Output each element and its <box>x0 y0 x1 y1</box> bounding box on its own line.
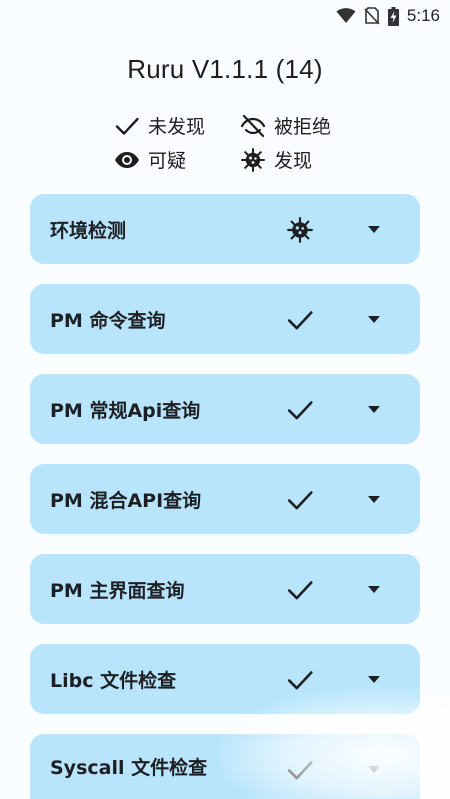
check-icon <box>115 117 139 135</box>
virus-icon <box>287 217 313 243</box>
card-title: PM 命令查询 <box>50 309 166 332</box>
caret-down-icon[interactable] <box>366 222 382 236</box>
check-icon <box>287 311 313 330</box>
status-time: 5:16 <box>406 6 440 25</box>
card-title: 环境检测 <box>50 219 127 242</box>
wifi-icon <box>336 8 356 23</box>
app-title: Ruru V1.1.1 (14) <box>127 54 323 84</box>
caret-down-icon[interactable] <box>366 312 382 326</box>
legend-found: 发现 <box>240 146 312 173</box>
card-title: Libc 文件检查 <box>50 669 177 692</box>
status-bar: 5:16 <box>0 0 450 32</box>
eye-icon <box>115 151 139 168</box>
card-pm-mixed-api-query[interactable]: PM 混合API查询 <box>30 464 420 534</box>
caret-down-icon[interactable] <box>366 402 382 416</box>
legend-denied-label: 被拒绝 <box>274 116 332 138</box>
battery-charging-icon <box>387 6 399 26</box>
check-icon <box>287 581 313 600</box>
caret-down-icon[interactable] <box>366 582 382 596</box>
card-environment-check[interactable]: 环境检测 <box>30 194 420 264</box>
eye-off-icon <box>240 114 266 137</box>
card-pm-regular-api-query[interactable]: PM 常规Api查询 <box>30 374 420 444</box>
virus-icon <box>241 147 265 172</box>
card-title: PM 混合API查询 <box>50 489 202 512</box>
card-pm-command-query[interactable]: PM 命令查询 <box>30 284 420 354</box>
legend-suspicious-label: 可疑 <box>148 150 187 172</box>
check-icon <box>287 671 313 690</box>
no-sim-icon <box>364 7 380 25</box>
card-pm-main-ui-query[interactable]: PM 主界面查询 <box>30 554 420 624</box>
legend-denied: 被拒绝 <box>240 112 331 139</box>
card-libc-file-check[interactable]: Libc 文件检查 <box>30 644 420 714</box>
legend-suspicious: 可疑 <box>114 146 186 173</box>
caret-down-icon[interactable] <box>366 492 382 506</box>
card-title: PM 主界面查询 <box>50 579 185 602</box>
caret-down-icon[interactable] <box>366 762 382 776</box>
caret-down-icon[interactable] <box>366 672 382 686</box>
card-syscall-file-check[interactable]: Syscall 文件检查 <box>30 734 420 799</box>
legend-not-found-label: 未发现 <box>148 116 206 138</box>
status-icons: 5:16 <box>336 6 440 26</box>
legend-not-found: 未发现 <box>114 112 205 139</box>
card-title: Syscall 文件检查 <box>50 757 208 779</box>
card-title: PM 常规Api查询 <box>50 399 201 422</box>
check-icon <box>287 761 313 780</box>
check-icon <box>287 491 313 510</box>
legend-found-label: 发现 <box>274 150 313 172</box>
check-icon <box>287 401 313 420</box>
